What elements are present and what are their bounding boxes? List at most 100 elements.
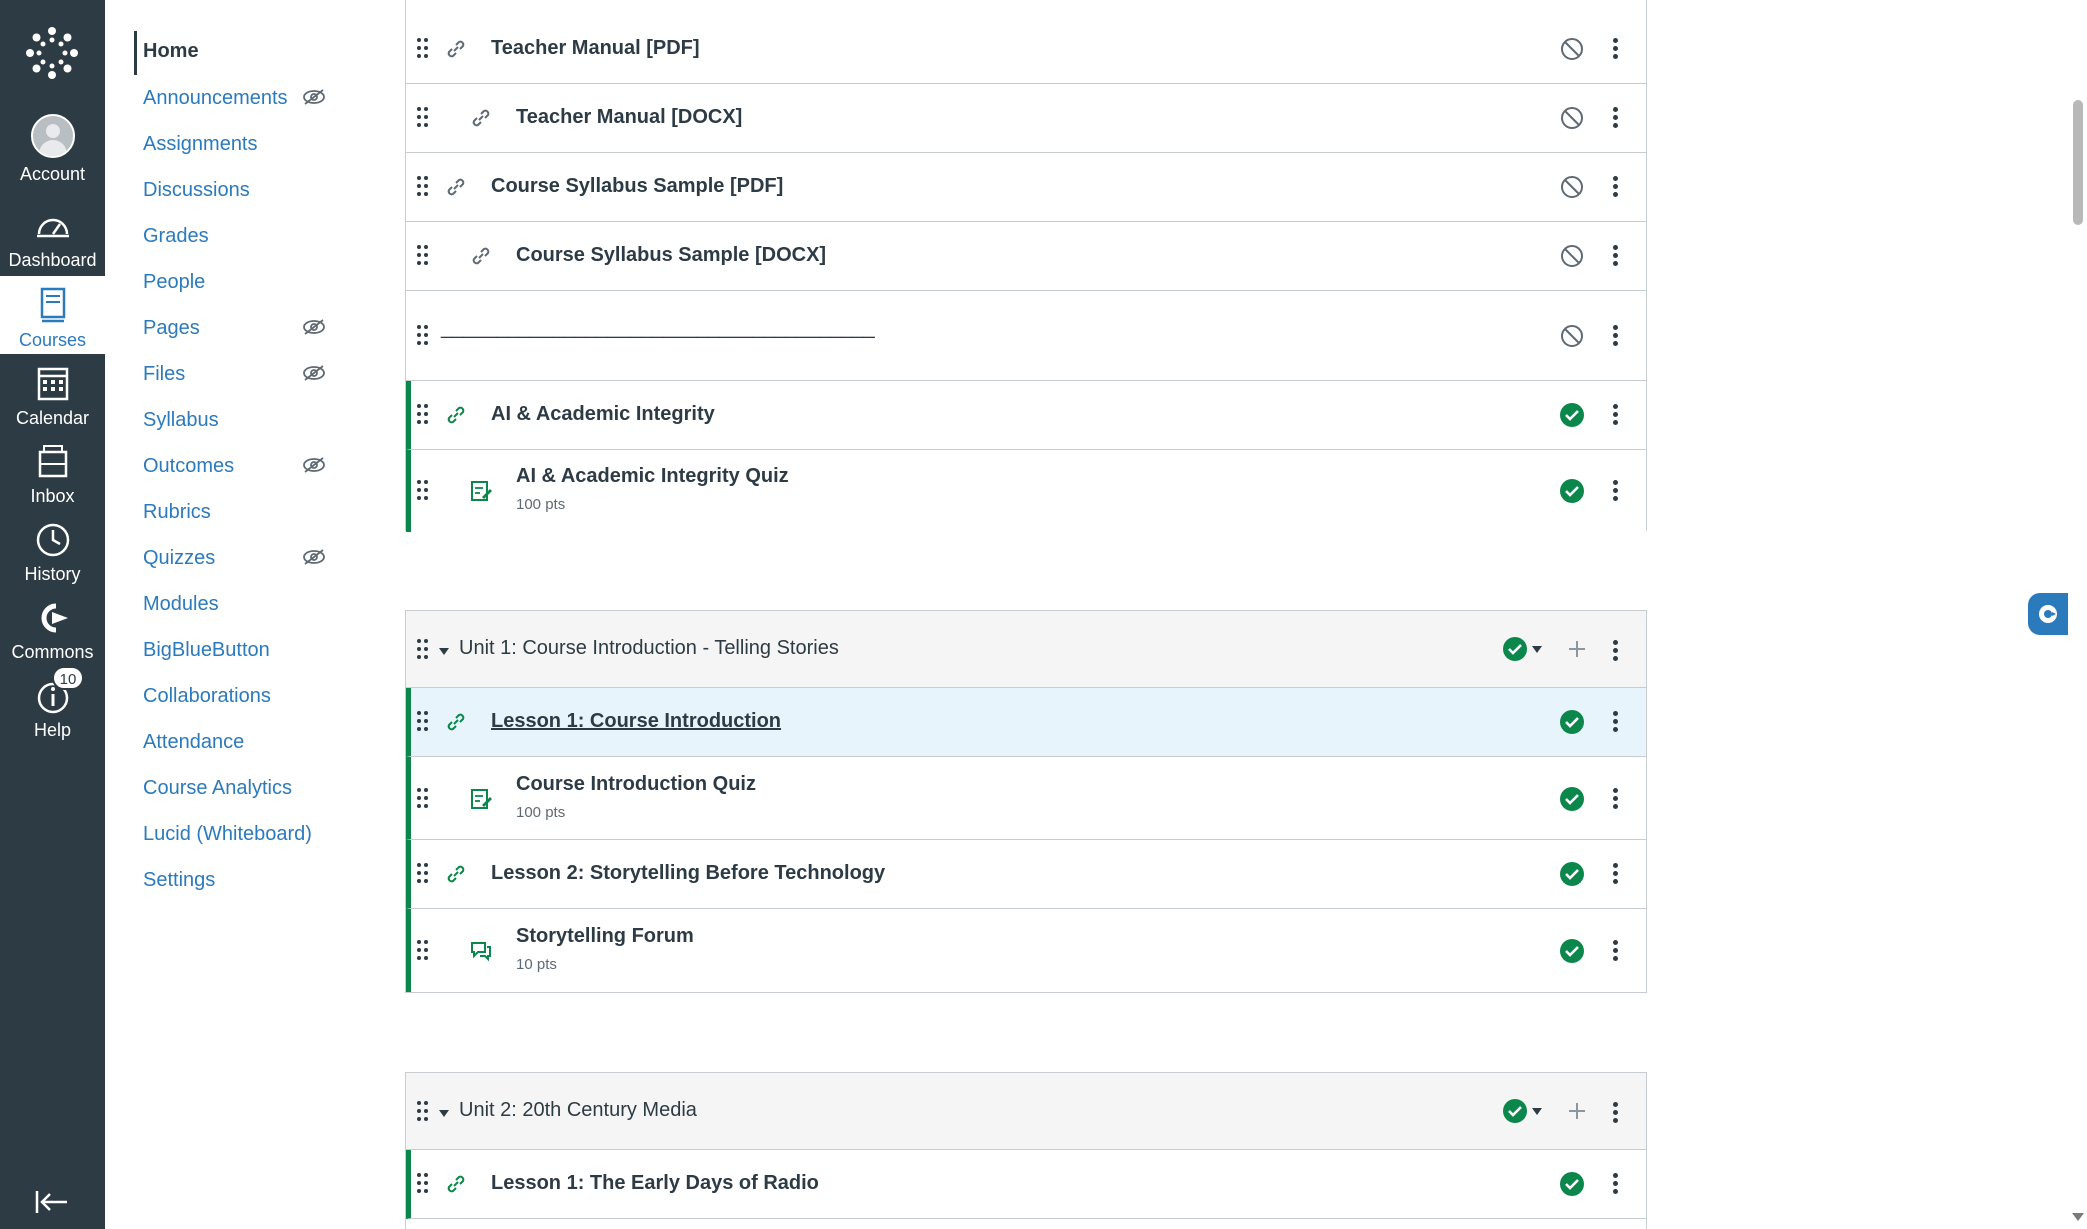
- module-item[interactable]: Lesson 2: Storytelling Before Technology: [406, 840, 1646, 909]
- module-item-title[interactable]: Course Syllabus Sample [DOCX]: [516, 244, 826, 267]
- publish-dropdown-icon[interactable]: [1531, 643, 1543, 655]
- drag-handle-icon[interactable]: [416, 37, 430, 61]
- module-title[interactable]: Unit 2: 20th Century Media: [459, 1099, 697, 1122]
- module-item[interactable]: Storytelling Forum 10 pts: [406, 909, 1646, 992]
- published-check-icon[interactable]: [1502, 1098, 1528, 1124]
- module-item[interactable]: AI & Academic Integrity Quiz 100 pts: [406, 450, 1646, 532]
- course-nav-outcomes[interactable]: Outcomes: [143, 446, 234, 486]
- global-nav-account[interactable]: Account: [0, 106, 105, 184]
- module-item-title[interactable]: Teacher Manual [PDF]: [491, 37, 700, 60]
- course-nav-discussions[interactable]: Discussions: [143, 170, 250, 210]
- global-nav-history[interactable]: History: [0, 510, 105, 588]
- drag-handle-icon[interactable]: [416, 1100, 430, 1124]
- course-nav-files[interactable]: Files: [143, 354, 185, 394]
- course-nav-assignments[interactable]: Assignments: [143, 124, 258, 164]
- kebab-menu-icon[interactable]: [1609, 478, 1621, 504]
- subheader-divider-text[interactable]: _______________________________________: [441, 317, 875, 340]
- course-nav-grades[interactable]: Grades: [143, 216, 209, 256]
- unpublished-icon[interactable]: [1559, 243, 1585, 269]
- course-nav-attendance[interactable]: Attendance: [143, 722, 244, 762]
- canvas-logo-icon[interactable]: [24, 25, 80, 81]
- drag-handle-icon[interactable]: [416, 638, 430, 662]
- module-item[interactable]: Course Syllabus Sample [DOCX]: [406, 222, 1646, 291]
- drag-handle-icon[interactable]: [416, 1172, 430, 1196]
- published-check-icon[interactable]: [1559, 861, 1585, 887]
- module-item[interactable]: Course Syllabus Sample [PDF]: [406, 153, 1646, 222]
- kebab-menu-icon[interactable]: [1609, 105, 1621, 131]
- module-item-title[interactable]: Lesson 2: Storytelling Before Technology: [491, 862, 885, 885]
- module-item[interactable]: AI & Academic Integrity: [406, 381, 1646, 450]
- drag-handle-icon[interactable]: [416, 479, 430, 503]
- module-item[interactable]: Lesson 1: The Early Days of Radio: [406, 1150, 1646, 1219]
- kebab-menu-icon[interactable]: [1609, 709, 1621, 735]
- kebab-menu-icon[interactable]: [1609, 36, 1621, 62]
- course-nav-settings[interactable]: Settings: [143, 860, 215, 900]
- kebab-menu-icon[interactable]: [1609, 174, 1621, 200]
- module-item[interactable]: Course Introduction Quiz 100 pts: [406, 757, 1646, 840]
- drag-handle-icon[interactable]: [416, 862, 430, 886]
- course-nav-rubrics[interactable]: Rubrics: [143, 492, 211, 532]
- module-item-title[interactable]: Teacher Manual [DOCX]: [516, 106, 742, 129]
- course-nav-pages[interactable]: Pages: [143, 308, 200, 348]
- global-nav-commons[interactable]: Commons: [0, 588, 105, 666]
- drag-handle-icon[interactable]: [416, 244, 430, 268]
- module-item-title[interactable]: Lesson 1: Course Introduction: [491, 710, 781, 733]
- course-nav-modules[interactable]: Modules: [143, 584, 219, 624]
- module-item[interactable]: Lesson 1: Course Introduction: [406, 688, 1646, 757]
- unpublished-icon[interactable]: [1559, 174, 1585, 200]
- collapse-nav-icon[interactable]: [34, 1188, 70, 1216]
- module-item-title[interactable]: AI & Academic Integrity: [491, 403, 715, 426]
- published-check-icon[interactable]: [1559, 938, 1585, 964]
- course-nav-lucid[interactable]: Lucid (Whiteboard): [143, 814, 312, 854]
- drag-handle-icon[interactable]: [416, 403, 430, 427]
- published-check-icon[interactable]: [1559, 478, 1585, 504]
- kebab-menu-icon[interactable]: [1609, 323, 1621, 349]
- module-subheader[interactable]: _______________________________________: [406, 291, 1646, 381]
- course-nav-quizzes[interactable]: Quizzes: [143, 538, 215, 578]
- course-nav-people[interactable]: People: [143, 262, 205, 302]
- scroll-down-arrow-icon[interactable]: [2072, 1212, 2084, 1222]
- module-item-title[interactable]: AI & Academic Integrity Quiz: [516, 465, 789, 488]
- kebab-menu-icon[interactable]: [1609, 1100, 1621, 1126]
- module-item-title[interactable]: Course Introduction Quiz: [516, 773, 756, 796]
- global-nav-dashboard[interactable]: Dashboard: [0, 196, 105, 274]
- published-check-icon[interactable]: [1559, 786, 1585, 812]
- unpublished-icon[interactable]: [1559, 323, 1585, 349]
- collapse-caret-icon[interactable]: [438, 1107, 450, 1119]
- kebab-menu-icon[interactable]: [1609, 1171, 1621, 1197]
- drag-handle-icon[interactable]: [416, 106, 430, 130]
- module-header[interactable]: Unit 2: 20th Century Media: [406, 1073, 1646, 1150]
- module-item[interactable]: Teacher Manual [PDF]: [406, 15, 1646, 84]
- add-item-icon[interactable]: [1567, 639, 1587, 659]
- published-check-icon[interactable]: [1559, 402, 1585, 428]
- module-item-title[interactable]: Storytelling Forum: [516, 925, 694, 948]
- drag-handle-icon[interactable]: [416, 175, 430, 199]
- course-nav-syllabus[interactable]: Syllabus: [143, 400, 219, 440]
- course-nav-course-analytics[interactable]: Course Analytics: [143, 768, 292, 808]
- global-nav-inbox[interactable]: Inbox: [0, 432, 105, 510]
- published-check-icon[interactable]: [1559, 1171, 1585, 1197]
- module-title[interactable]: Unit 1: Course Introduction - Telling St…: [459, 637, 839, 660]
- module-item-title[interactable]: Lesson 1: The Early Days of Radio: [491, 1172, 819, 1195]
- feedback-tab-button[interactable]: [2028, 593, 2070, 635]
- published-check-icon[interactable]: [1559, 709, 1585, 735]
- drag-handle-icon[interactable]: [416, 939, 430, 963]
- drag-handle-icon[interactable]: [416, 787, 430, 811]
- scrollbar-thumb[interactable]: [2073, 100, 2083, 225]
- kebab-menu-icon[interactable]: [1609, 786, 1621, 812]
- global-nav-calendar[interactable]: Calendar: [0, 354, 105, 432]
- drag-handle-icon[interactable]: [416, 324, 430, 348]
- drag-handle-icon[interactable]: [416, 710, 430, 734]
- kebab-menu-icon[interactable]: [1609, 938, 1621, 964]
- unpublished-icon[interactable]: [1559, 105, 1585, 131]
- course-nav-home[interactable]: Home: [143, 31, 199, 71]
- kebab-menu-icon[interactable]: [1609, 402, 1621, 428]
- kebab-menu-icon[interactable]: [1609, 638, 1621, 664]
- course-nav-collaborations[interactable]: Collaborations: [143, 676, 271, 716]
- publish-dropdown-icon[interactable]: [1531, 1105, 1543, 1117]
- published-check-icon[interactable]: [1502, 636, 1528, 662]
- course-nav-bigbluebutton[interactable]: BigBlueButton: [143, 630, 270, 670]
- kebab-menu-icon[interactable]: [1609, 861, 1621, 887]
- module-item[interactable]: Teacher Manual [DOCX]: [406, 84, 1646, 153]
- module-header[interactable]: Unit 1: Course Introduction - Telling St…: [406, 611, 1646, 688]
